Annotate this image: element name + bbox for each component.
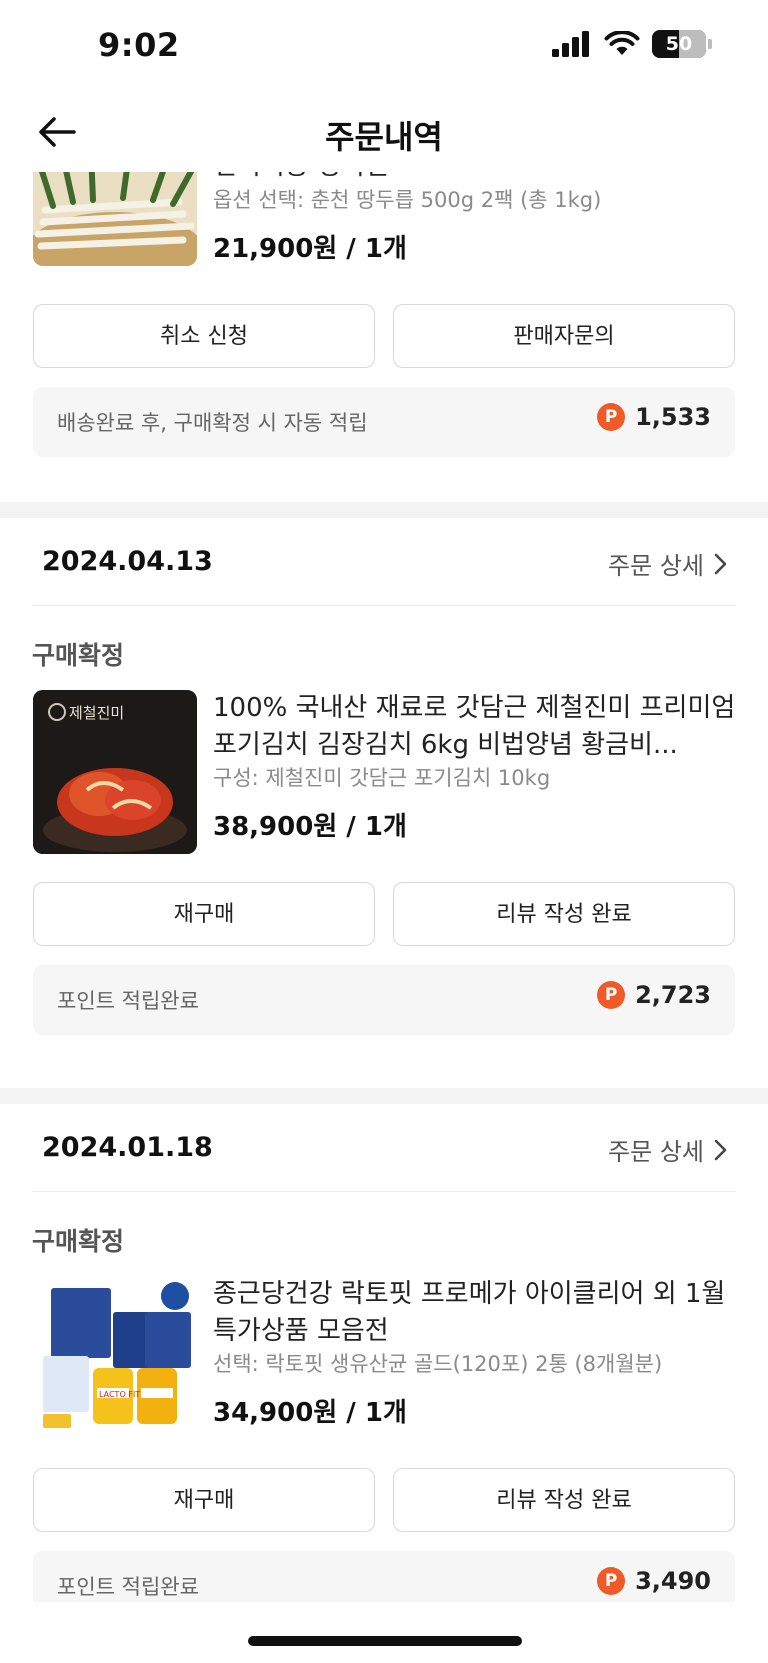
chevron-right-icon: [714, 553, 727, 574]
order-header: 2024.04.13 주문 상세: [32, 518, 736, 606]
points-label: 포인트 적립완료: [57, 1575, 199, 1599]
order-detail-link[interactable]: 주문 상세: [608, 1132, 728, 1167]
product-thumbnail[interactable]: [33, 172, 197, 266]
battery-icon: 50: [652, 30, 706, 58]
points-value: P 1,533: [597, 403, 711, 431]
kimchi-image: 제철진미: [33, 690, 197, 854]
nav-bar: 주문내역: [0, 90, 768, 172]
status-icons: 50: [552, 30, 712, 58]
product-option: 선택: 락토핏 생유산균 골드(120포) 2통 (8개월분): [213, 1352, 663, 1376]
points-label: 배송완료 후, 구매확정 시 자동 적립: [57, 411, 368, 435]
repurchase-button[interactable]: 재구매: [33, 882, 375, 946]
points-amount: 1,533: [635, 403, 711, 431]
order-status: 구매확정: [32, 641, 125, 670]
product-price: 38,900원 / 1개: [213, 812, 407, 842]
home-indicator[interactable]: [248, 1636, 522, 1646]
product-title[interactable]: 100% 국내산 재료로 갓담근 제철진미 프리미엄 포기김치 김장김치 6kg…: [213, 690, 743, 764]
image-brand-text: LACTO FIT: [99, 1390, 140, 1399]
battery-cap: [708, 39, 712, 49]
points-amount: 3,490: [635, 1567, 711, 1595]
order-detail-label: 주문 상세: [608, 552, 704, 580]
order-date: 2024.01.18: [42, 1132, 213, 1163]
points-box: 포인트 적립완료 P 3,490: [33, 1551, 735, 1602]
repurchase-button[interactable]: 재구매: [33, 1468, 375, 1532]
product-title[interactable]: 종근당건강 락토핏 프로메가 아이클리어 외 1월 특가상품 모음전: [213, 1276, 743, 1350]
image-brand-text: 제철진미: [69, 704, 124, 722]
product-price: 21,900원 / 1개: [213, 234, 407, 264]
wifi-icon: [604, 31, 640, 55]
product-thumbnail[interactable]: LACTO FIT: [33, 1276, 197, 1440]
points-box: 포인트 적립완료 P 2,723: [33, 965, 735, 1035]
status-time: 9:02: [98, 26, 180, 64]
points-amount: 2,723: [635, 981, 711, 1009]
product-thumbnail[interactable]: 제철진미: [33, 690, 197, 854]
points-label: 포인트 적립완료: [57, 989, 199, 1013]
points-value: P 3,490: [597, 1567, 711, 1595]
green-onion-image: [33, 172, 197, 266]
signal-icon: [552, 31, 589, 57]
order-list[interactable]: 전처리용 명이절 옵션 선택: 춘천 땅두릅 500g 2팩 (총 1kg) 2…: [0, 172, 768, 1602]
chevron-right-icon: [714, 1139, 727, 1160]
status-bar: 9:02 50: [0, 0, 768, 90]
review-complete-button[interactable]: 리뷰 작성 완료: [393, 882, 735, 946]
seller-inquiry-button[interactable]: 판매자문의: [393, 304, 735, 368]
point-icon: P: [597, 1567, 626, 1595]
points-box: 배송완료 후, 구매확정 시 자동 적립 P 1,533: [33, 387, 735, 457]
point-icon: P: [597, 403, 626, 431]
battery-percent: 50: [665, 33, 693, 55]
order-header: 2024.01.18 주문 상세: [32, 1104, 736, 1192]
order-detail-link[interactable]: 주문 상세: [608, 546, 728, 581]
order-detail-label: 주문 상세: [608, 1138, 704, 1166]
review-complete-button[interactable]: 리뷰 작성 완료: [393, 1468, 735, 1532]
supplement-image: LACTO FIT: [33, 1276, 197, 1440]
order-date: 2024.04.13: [42, 546, 213, 577]
section-divider: [0, 1088, 768, 1104]
product-price: 34,900원 / 1개: [213, 1398, 407, 1428]
section-divider: [0, 502, 768, 518]
product-option: 옵션 선택: 춘천 땅두릅 500g 2팩 (총 1kg): [213, 188, 602, 212]
points-value: P 2,723: [597, 981, 711, 1009]
cancel-request-button[interactable]: 취소 신청: [33, 304, 375, 368]
order-status: 구매확정: [32, 1227, 125, 1256]
product-option: 구성: 제철진미 갓담근 포기김치 10kg: [213, 766, 551, 790]
page-title: 주문내역: [325, 118, 443, 156]
point-icon: P: [597, 981, 626, 1009]
